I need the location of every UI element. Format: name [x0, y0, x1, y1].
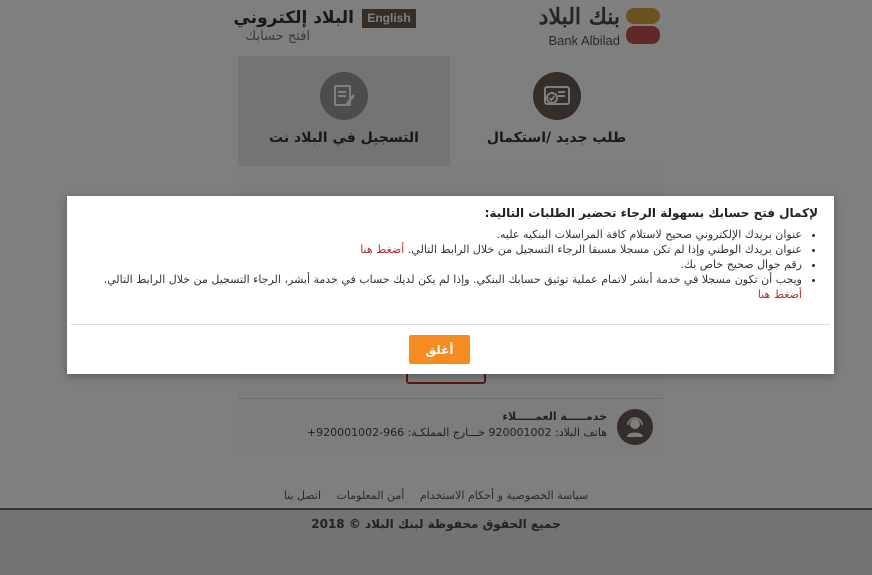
close-button[interactable]: أغلق [409, 335, 470, 364]
national-address-link[interactable]: أضغط هنا [360, 243, 404, 256]
modal-body: لإكمال فتح حسابك بسهولة الرجاء تحضير الط… [67, 196, 834, 324]
list-item-text: ويجب أن تكون مسجلا في خدمة أبشر لاتمام ع… [103, 273, 802, 286]
list-item: عنوان بريدك الوطني وإذا لم تكن مسجلا مسب… [83, 242, 802, 257]
list-item-text: عنوان بريدك الوطني وإذا لم تكن مسجلا مسب… [407, 243, 802, 256]
list-item: رقم جوال صحيح خاص بك. [83, 257, 802, 272]
modal-divider [71, 324, 830, 325]
requirements-modal: لإكمال فتح حسابك بسهولة الرجاء تحضير الط… [67, 196, 834, 374]
list-item: ويجب أن تكون مسجلا في خدمة أبشر لاتمام ع… [83, 272, 802, 302]
modal-heading: لإكمال فتح حسابك بسهولة الرجاء تحضير الط… [484, 206, 818, 220]
list-item-text: عنوان بريدك الإلكتروني صحيح لاستلام كافة… [496, 228, 802, 241]
absher-link[interactable]: أضغط هنا [758, 288, 802, 301]
requirements-list: عنوان بريدك الإلكتروني صحيح لاستلام كافة… [83, 227, 818, 302]
list-item: عنوان بريدك الإلكتروني صحيح لاستلام كافة… [83, 227, 802, 242]
list-item-text: رقم جوال صحيح خاص بك. [680, 258, 802, 271]
